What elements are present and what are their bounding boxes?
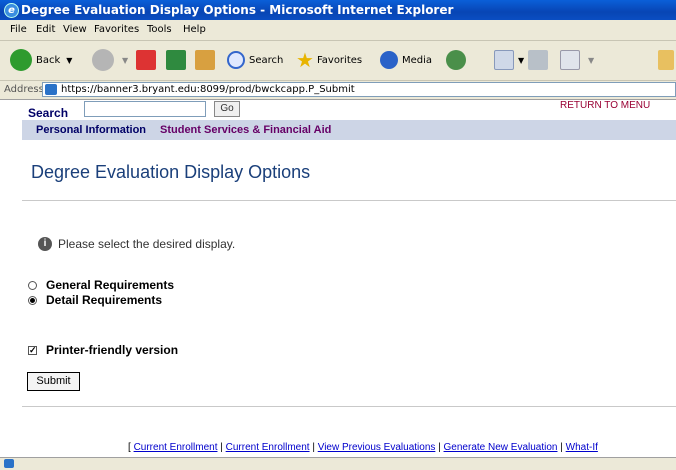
back-arrow-icon [10, 49, 32, 71]
title-bar: e Degree Evaluation Display Options - Mi… [0, 0, 676, 20]
option-label-general: General Requirements [46, 278, 175, 292]
footer-links: [ Current Enrollment | Current Enrollmen… [128, 442, 598, 453]
chevron-down-icon: ▼ [66, 55, 73, 65]
status-bar [0, 457, 676, 470]
page-content: Search Go RETURN TO MENU Personal Inform… [0, 100, 676, 457]
forward-arrow-icon [92, 49, 114, 71]
favorites-button[interactable]: ★ Favorites [296, 49, 362, 71]
page-icon [45, 84, 57, 95]
footer-link-previous-evaluations[interactable]: View Previous Evaluations [318, 442, 436, 453]
discuss-button[interactable] [658, 49, 674, 71]
history-icon [446, 50, 466, 70]
main-nav: Personal Information Student Services & … [22, 120, 676, 140]
return-to-menu-link[interactable]: RETURN TO MENU [560, 100, 650, 111]
info-icon: i [38, 237, 52, 251]
menu-edit[interactable]: Edit [36, 24, 55, 35]
option-detail-requirements[interactable]: Detail Requirements [28, 293, 162, 307]
window-title: Degree Evaluation Display Options - Micr… [21, 3, 454, 17]
footer-link-generate-new-evaluation[interactable]: Generate New Evaluation [444, 442, 558, 453]
stop-icon [136, 50, 156, 70]
word-button[interactable]: ▼ [560, 49, 594, 71]
address-input[interactable]: https://banner3.bryant.edu:8099/prod/bwc… [42, 82, 676, 97]
history-button[interactable] [446, 49, 466, 71]
address-url: https://banner3.bryant.edu:8099/prod/bwc… [61, 84, 355, 95]
star-icon: ★ [296, 48, 314, 72]
printer-friendly-label: Printer-friendly version [46, 343, 179, 357]
menu-file[interactable]: File [10, 24, 27, 35]
toolbar: Back ▼ ▼ Search ★ Favorites Media ▼ ▼ [0, 41, 676, 81]
media-button[interactable]: Media [380, 49, 432, 71]
nav-student-services[interactable]: Student Services & Financial Aid [160, 124, 331, 136]
mail-icon [494, 50, 514, 70]
menu-favorites[interactable]: Favorites [94, 24, 139, 35]
footer-link-current-enrollment-2[interactable]: Current Enrollment [226, 442, 310, 453]
address-bar: Address https://banner3.bryant.edu:8099/… [0, 81, 676, 100]
search-button[interactable]: Search [227, 49, 283, 71]
divider [22, 406, 676, 407]
radio-general[interactable] [28, 280, 37, 290]
media-icon [380, 51, 398, 69]
footer-link-current-enrollment[interactable]: Current Enrollment [134, 442, 218, 453]
search-toolbar-label: Search [249, 54, 284, 66]
home-icon [195, 50, 215, 70]
media-toolbar-label: Media [402, 54, 433, 66]
option-general-requirements[interactable]: General Requirements [28, 278, 174, 292]
refresh-icon [166, 50, 186, 70]
chevron-down-icon: ▼ [588, 55, 595, 65]
nav-personal-information[interactable]: Personal Information [36, 124, 146, 136]
search-label: Search [28, 106, 69, 120]
home-button[interactable] [195, 49, 215, 71]
page-title: Degree Evaluation Display Options [31, 162, 311, 182]
info-text: Please select the desired display. [58, 237, 236, 251]
discuss-icon [658, 50, 674, 70]
back-button[interactable]: Back ▼ [10, 49, 72, 71]
print-button[interactable] [528, 49, 548, 71]
radio-detail[interactable] [28, 295, 37, 305]
menu-help[interactable]: Help [183, 24, 206, 35]
page-status-icon [4, 459, 14, 468]
address-label: Address [4, 84, 44, 95]
forward-button[interactable]: ▼ [92, 49, 128, 71]
option-label-detail: Detail Requirements [46, 293, 163, 307]
back-label: Back [36, 54, 61, 66]
search-input[interactable] [84, 101, 206, 117]
word-icon [560, 50, 580, 70]
printer-friendly-option[interactable]: ✓ Printer-friendly version [28, 343, 178, 357]
stop-button[interactable] [136, 49, 156, 71]
submit-button[interactable]: Submit [27, 372, 80, 391]
ie-logo-icon: e [4, 3, 19, 18]
go-button[interactable]: Go [214, 101, 240, 117]
menu-view[interactable]: View [63, 24, 87, 35]
menu-tools[interactable]: Tools [147, 24, 172, 35]
info-message: i Please select the desired display. [38, 237, 235, 251]
favorites-toolbar-label: Favorites [316, 54, 363, 66]
chevron-down-icon: ▼ [122, 55, 129, 65]
search-icon [227, 51, 245, 69]
menu-bar: File Edit View Favorites Tools Help [0, 20, 676, 41]
divider [22, 200, 676, 201]
printer-friendly-checkbox[interactable]: ✓ [28, 345, 37, 355]
mail-button[interactable]: ▼ [494, 49, 524, 71]
printer-icon [528, 50, 548, 70]
refresh-button[interactable] [166, 49, 186, 71]
chevron-down-icon: ▼ [518, 55, 525, 65]
footer-link-what-if[interactable]: What-If [566, 442, 598, 453]
